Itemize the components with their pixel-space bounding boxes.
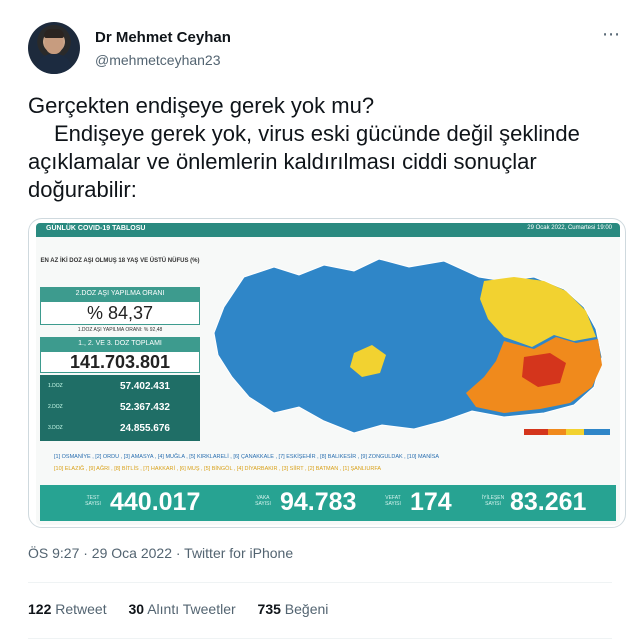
retweets-count: 122 bbox=[28, 601, 52, 617]
retweets-label: Retweet bbox=[55, 601, 107, 617]
quotes-count: 30 bbox=[128, 601, 145, 617]
dose2-label: 2.DOZ AŞI YAPILMA ORANI bbox=[40, 287, 200, 301]
map-legend-orange bbox=[548, 429, 566, 435]
turkey-vaccination-map bbox=[213, 258, 610, 435]
vaccination-header: EN AZ İKİ DOZ AŞI OLMUŞ 18 YAŞ VE ÜSTÜ N… bbox=[40, 258, 200, 264]
likes-count: 735 bbox=[257, 601, 281, 617]
tweet-text-line2: Endişeye gerek yok, virus eski gücünde d… bbox=[28, 121, 580, 202]
card-title: GÜNLÜK COVID-19 TABLOSU bbox=[46, 225, 146, 232]
dose-row-label: 3.DOZ bbox=[48, 425, 63, 431]
city-rankings-blue: [1] OSMANİYE , [2] ORDU , [3] AMASYA , [… bbox=[54, 454, 440, 460]
stat-value: 94.783 bbox=[280, 488, 357, 516]
likes-label: Beğeni bbox=[284, 601, 329, 617]
covid-table-card: GÜNLÜK COVID-19 TABLOSU 29 Ocak 2022, Cu… bbox=[36, 223, 620, 525]
card-date: 29 Ocak 2022, Cumartesi 19:00 bbox=[527, 225, 612, 231]
tweet: Dr Mehmet Ceyhan @mehmetceyhan23 ⋯ Gerçe… bbox=[0, 0, 640, 644]
map-legend-yellow bbox=[566, 429, 584, 435]
map-legend-red bbox=[524, 429, 548, 435]
more-options-icon[interactable]: ⋯ bbox=[602, 24, 621, 45]
author-handle[interactable]: @mehmetceyhan23 bbox=[95, 52, 221, 68]
city-rankings: [1] OSMANİYE , [2] ORDU , [3] AMASYA , [… bbox=[54, 451, 614, 475]
tweet-media-image[interactable]: GÜNLÜK COVID-19 TABLOSU 29 Ocak 2022, Cu… bbox=[28, 218, 626, 528]
stat-label: VAKA SAYISI bbox=[255, 495, 271, 507]
dose-row: 1.DOZ 57.402.431 bbox=[40, 377, 200, 397]
stat-label: İYİLEŞEN SAYISI bbox=[481, 495, 505, 507]
engagement-stats: 122 Retweet 30 Alıntı Tweetler 735 Beğen… bbox=[28, 601, 328, 617]
total-doses-label: 1., 2. VE 3. DOZ TOPLAMI bbox=[40, 337, 200, 351]
daily-stats-bar: TEST SAYISI 440.017 VAKA SAYISI 94.783 V… bbox=[40, 485, 616, 521]
dose-row-value: 24.855.676 bbox=[119, 423, 170, 434]
city-rankings-orange: [10] ELAZIĞ , [9] AĞRI , [8] BİTLİS , [7… bbox=[54, 466, 382, 472]
tweet-timestamp[interactable]: ÖS 9:27 · 29 Oca 2022 · Twitter for iPho… bbox=[28, 545, 293, 561]
dose-row-value: 52.367.432 bbox=[119, 402, 170, 413]
card-header: GÜNLÜK COVID-19 TABLOSU 29 Ocak 2022, Cu… bbox=[36, 223, 620, 237]
map-legend-blue bbox=[584, 429, 610, 435]
dose1-note: 1.DOZ AŞI YAPILMA ORANI: % 92,48 bbox=[77, 327, 163, 333]
quotes-stat[interactable]: 30 Alıntı Tweetler bbox=[129, 601, 236, 617]
dose-row: 2.DOZ 52.367.432 bbox=[40, 398, 200, 418]
tweet-text: Gerçekten endişeye gerek yok mu? Endişey… bbox=[28, 92, 628, 204]
dose2-value: % 84,37 bbox=[40, 301, 200, 325]
likes-stat[interactable]: 735 Beğeni bbox=[258, 601, 329, 617]
tweet-text-line1: Gerçekten endişeye gerek yok mu? bbox=[28, 93, 375, 118]
retweets-stat[interactable]: 122 Retweet bbox=[28, 601, 107, 617]
stat-value: 83.261 bbox=[510, 488, 587, 516]
stat-value: 174 bbox=[410, 488, 452, 516]
dose-row-value: 57.402.431 bbox=[119, 381, 170, 392]
dose-rows: 1.DOZ 57.402.431 2.DOZ 52.367.432 3.DOZ … bbox=[40, 375, 200, 441]
author-name[interactable]: Dr Mehmet Ceyhan bbox=[95, 29, 231, 46]
stat-label: TEST SAYISI bbox=[85, 495, 101, 507]
divider bbox=[28, 582, 612, 583]
vaccination-panel: EN AZ İKİ DOZ AŞI OLMUŞ 18 YAŞ VE ÜSTÜ N… bbox=[40, 243, 200, 441]
stat-label: VEFAT SAYISI bbox=[385, 495, 401, 507]
divider bbox=[28, 638, 612, 639]
quotes-label: Alıntı Tweetler bbox=[147, 601, 236, 617]
total-doses-value: 141.703.801 bbox=[40, 351, 200, 373]
dose-row-label: 1.DOZ bbox=[48, 383, 63, 389]
stat-value: 440.017 bbox=[110, 488, 201, 516]
dose-row-label: 2.DOZ bbox=[48, 404, 63, 410]
dose-row: 3.DOZ 24.855.676 bbox=[40, 419, 200, 439]
avatar[interactable] bbox=[28, 22, 80, 74]
